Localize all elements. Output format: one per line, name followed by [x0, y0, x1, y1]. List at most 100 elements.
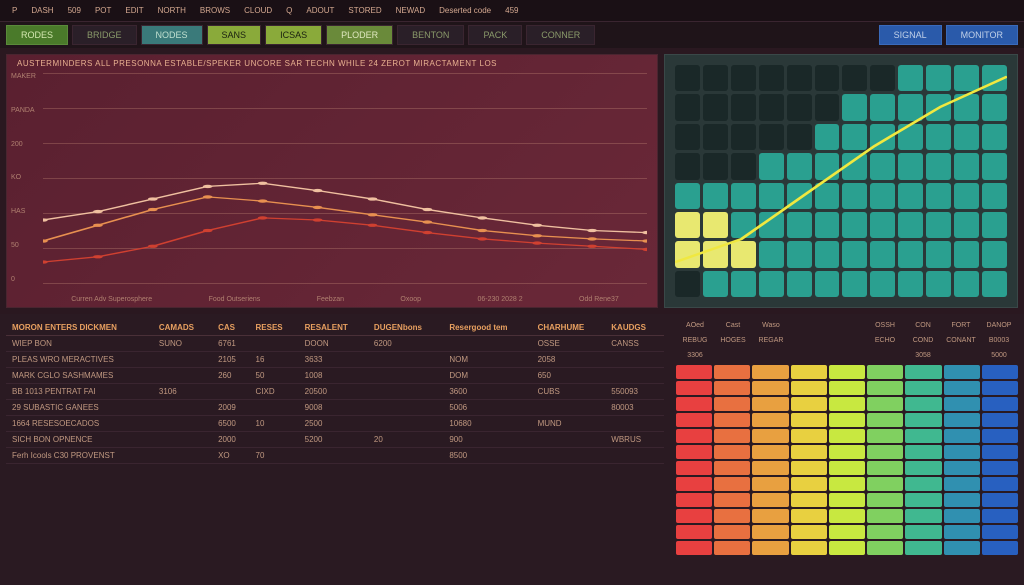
heatmap-cell [842, 212, 867, 238]
matrix-header: AOedCastWasoOSSHCONFORTDANOP [676, 320, 1018, 331]
heatmap-cell [926, 212, 951, 238]
matrix-cell [982, 445, 1018, 459]
matrix-cell [944, 365, 980, 379]
table-cell: CANSS [605, 336, 664, 352]
table-row[interactable]: SICH BON OPNENCE2000520020900WBRUS [6, 432, 664, 448]
table-cell [153, 416, 212, 432]
tab-monitor[interactable]: MONITOR [946, 25, 1018, 45]
tab-bridge[interactable]: BRIDGE [72, 25, 137, 45]
matrix-cell [791, 365, 827, 379]
table-row[interactable]: PLEAS WRO MERACTIVES2105163633NOM2058 [6, 352, 664, 368]
top-item[interactable]: STORED [344, 4, 385, 17]
table-header[interactable]: Resergood tem [443, 320, 531, 336]
table-header[interactable]: RESES [250, 320, 299, 336]
matrix-cell [982, 461, 1018, 475]
heatmap-cell [703, 65, 728, 91]
top-item[interactable]: 459 [501, 4, 522, 17]
table-cell: SICH BON OPNENCE [6, 432, 153, 448]
tab-conner[interactable]: CONNER [526, 25, 595, 45]
top-item[interactable]: Deserted code [435, 4, 495, 17]
top-item[interactable]: ADOUT [302, 4, 338, 17]
top-item[interactable]: NORTH [154, 4, 190, 17]
table-cell [299, 448, 368, 464]
matrix-cell [752, 525, 788, 539]
table-cell: 2500 [299, 416, 368, 432]
table-row[interactable]: BB 1013 PENTRAT FAI3106CIXD205003600CUBS… [6, 384, 664, 400]
table-cell [368, 400, 443, 416]
heatmap-cell [898, 94, 923, 120]
matrix-cell [714, 461, 750, 475]
tab-sans[interactable]: SANS [207, 25, 262, 45]
matrix-cell [829, 429, 865, 443]
table-row[interactable]: 29 SUBASTIC GANEES20099008500680003 [6, 400, 664, 416]
table-header[interactable]: CAMADS [153, 320, 212, 336]
table-cell: 9008 [299, 400, 368, 416]
table-header[interactable]: MORON ENTERS DICKMEN [6, 320, 153, 336]
heatmap-cell [870, 212, 895, 238]
top-item[interactable]: NEWAD [392, 4, 429, 17]
table-header[interactable]: CAS [212, 320, 249, 336]
table-cell: OSSE [532, 336, 606, 352]
heatmap-cell [870, 241, 895, 267]
matrix-cell [791, 429, 827, 443]
heatmap-cell [759, 94, 784, 120]
matrix-header-cell: FORT [942, 320, 980, 331]
top-item[interactable]: EDIT [121, 4, 147, 17]
top-item[interactable]: CLOUD [240, 4, 276, 17]
matrix-cell [714, 509, 750, 523]
table-header[interactable]: CHARHUME [532, 320, 606, 336]
table-row[interactable]: 1664 RESESOECADOS650010250010680MUND [6, 416, 664, 432]
matrix-cell [829, 525, 865, 539]
top-item[interactable]: 509 [64, 4, 85, 17]
table-cell [605, 448, 664, 464]
tab-benton[interactable]: BENTON [397, 25, 464, 45]
matrix-cell [867, 461, 903, 475]
tab-nodes[interactable]: NODES [141, 25, 203, 45]
x-tick: Feebzan [317, 296, 344, 303]
table-header[interactable]: RESALENT [299, 320, 368, 336]
table-header[interactable]: DUGENbons [368, 320, 443, 336]
heatmap-cell [759, 153, 784, 179]
tab-icsas[interactable]: ICSAS [265, 25, 322, 45]
heatmap-cell [787, 212, 812, 238]
top-item[interactable]: POT [91, 4, 115, 17]
matrix-cell [829, 413, 865, 427]
heatmap-cell [954, 271, 979, 297]
top-item[interactable]: BROWS [196, 4, 234, 17]
table-cell [368, 352, 443, 368]
matrix-cell [752, 493, 788, 507]
tab-pack[interactable]: PACK [468, 25, 522, 45]
tab-rodes[interactable]: RODES [6, 25, 68, 45]
matrix-cell [867, 477, 903, 491]
table-row[interactable]: WIEP BONSUNO6761DOON6200OSSECANSS [6, 336, 664, 352]
heatmap-cell [982, 65, 1007, 91]
matrix-cell [829, 509, 865, 523]
data-table: MORON ENTERS DICKMENCAMADSCASRESESRESALE… [6, 320, 664, 464]
heatmap-cell [842, 153, 867, 179]
heatmap-cell [703, 271, 728, 297]
heatmap-cell [842, 65, 867, 91]
tab-ploder[interactable]: PLODER [326, 25, 393, 45]
matrix-val-cell: 3058 [904, 350, 942, 361]
top-item[interactable]: DASH [27, 4, 57, 17]
matrix-cell [905, 525, 941, 539]
matrix-cell [791, 509, 827, 523]
line-chart-svg [43, 73, 647, 283]
top-item[interactable]: P [8, 4, 21, 17]
table-header[interactable]: KAUDGS [605, 320, 664, 336]
matrix-cell [714, 445, 750, 459]
heatmap-cell [954, 124, 979, 150]
table-row[interactable]: MARK CGLO SASHMAMES260501008DOM650 [6, 368, 664, 384]
table-row[interactable]: Ferh Icools C30 PROVENSTXO708500 [6, 448, 664, 464]
heatmap-cell [982, 94, 1007, 120]
table-cell: CUBS [532, 384, 606, 400]
heatmap-cell [731, 183, 756, 209]
heatmap-cell [703, 183, 728, 209]
matrix-cell [752, 541, 788, 555]
matrix-cell [791, 397, 827, 411]
top-item[interactable]: Q [282, 4, 296, 17]
tab-signal[interactable]: SIGNAL [879, 25, 942, 45]
matrix-cell [714, 493, 750, 507]
heatmap-cell [675, 241, 700, 267]
matrix-vals: 330630585000 [676, 350, 1018, 361]
